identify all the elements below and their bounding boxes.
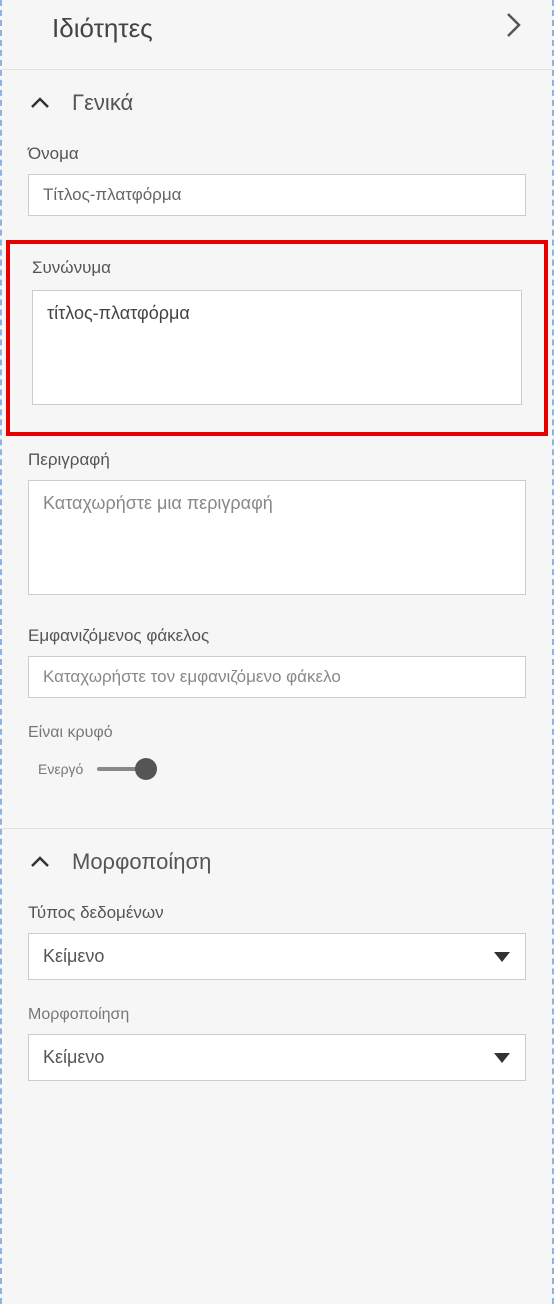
synonyms-highlight: Συνώνυμα τίτλος-πλατφόρμα [6,240,548,436]
data-type-select[interactable]: Κείμενο [28,933,526,980]
display-folder-input[interactable] [28,656,526,698]
data-type-label: Τύπος δεδομένων [28,903,526,923]
field-group-display-folder: Εμφανιζόμενος φάκελος [2,618,552,716]
panel-title: Ιδιότητες [52,13,153,44]
field-group-is-hidden: Είναι κρυφό Ενεργό [2,716,552,828]
is-hidden-label: Είναι κρυφό [28,724,526,742]
toggle-row: Ενεργό [28,752,526,810]
section-title-general: Γενικά [72,90,133,116]
format-label: Μορφοποίηση [28,1006,526,1024]
chevron-up-icon [30,852,50,873]
collapse-panel-icon[interactable] [506,12,532,45]
section-header-formatting[interactable]: Μορφοποίηση [2,829,552,895]
chevron-up-icon [30,93,50,114]
synonyms-input[interactable]: τίτλος-πλατφόρμα [32,290,522,405]
synonyms-label: Συνώνυμα [32,258,522,278]
display-folder-label: Εμφανιζόμενος φάκελος [28,626,526,646]
toggle-thumb [135,758,157,780]
is-hidden-toggle[interactable] [97,758,157,780]
section-title-formatting: Μορφοποίηση [72,849,211,875]
format-select-wrap: Κείμενο [28,1034,526,1081]
panel-header: Ιδιότητες [2,0,552,70]
field-group-name: Όνομα [2,136,552,234]
description-input[interactable] [28,480,526,595]
field-group-data-type: Τύπος δεδομένων Κείμενο [2,895,552,998]
section-header-general[interactable]: Γενικά [2,70,552,136]
field-group-format: Μορφοποίηση Κείμενο [2,998,552,1099]
field-group-description: Περιγραφή [2,442,552,618]
toggle-state-label: Ενεργό [38,761,83,777]
name-input[interactable] [28,174,526,216]
name-label: Όνομα [28,144,526,164]
format-select[interactable]: Κείμενο [28,1034,526,1081]
data-type-select-wrap: Κείμενο [28,933,526,980]
description-label: Περιγραφή [28,450,526,470]
